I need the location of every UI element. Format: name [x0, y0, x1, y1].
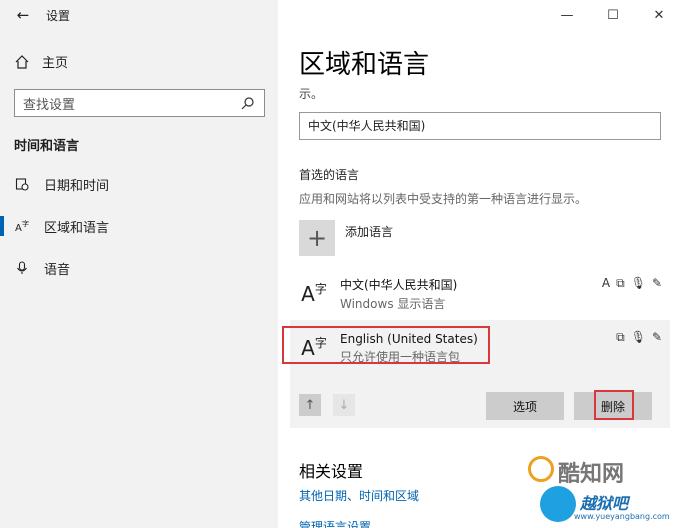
- microphone-icon: [14, 260, 30, 276]
- watermark-logo-icon: [528, 456, 554, 482]
- speech-icon: 🎙: [630, 276, 646, 290]
- display-language-icon: A: [601, 276, 611, 290]
- add-language-label: 添加语言: [345, 225, 394, 239]
- language-name: 中文(中华人民共和国): [340, 278, 458, 292]
- sidebar-item-label: 区域和语言: [44, 220, 110, 236]
- add-language-button[interactable]: + 添加语言: [299, 220, 393, 256]
- related-link-date-time-region[interactable]: 其他日期、时间和区域: [299, 487, 419, 504]
- page-title: 区域和语言: [299, 50, 430, 80]
- move-down-arrow-icon[interactable]: ↓: [333, 394, 355, 416]
- sidebar-item-label: 语音: [44, 262, 71, 278]
- titlebar-left: ← 设置: [0, 0, 278, 30]
- watermark: 酷知网 越狱吧 www.yueyangbang.com: [514, 450, 674, 526]
- window-controls: — ☐ ✕: [544, 0, 682, 30]
- watermark-text-2: 越狱吧: [580, 494, 629, 513]
- sidebar-item-label: 日期和时间: [44, 178, 110, 194]
- sidebar-item-region-language[interactable]: A字 区域和语言: [0, 208, 278, 244]
- window-title: 设置: [46, 8, 71, 23]
- search-placeholder: 查找设置: [23, 97, 76, 113]
- svg-text:字: 字: [22, 219, 29, 228]
- plus-icon: +: [299, 220, 335, 256]
- main-panel: — ☐ ✕ 区域和语言 示。 中文(中华人民共和国) 首选的语言 应用和网站将以…: [278, 0, 682, 528]
- highlight-box-remove: [594, 390, 634, 420]
- speech-icon: 🎙: [630, 330, 646, 344]
- region-description: 示。: [299, 87, 324, 101]
- highlight-box-language: [282, 326, 490, 364]
- region-dropdown[interactable]: 中文(中华人民共和国): [299, 112, 661, 140]
- language-item-chinese[interactable]: A字 中文(中华人民共和国) Windows 显示语言 A ⧉ 🎙 ✎: [290, 268, 670, 320]
- watermark-text-1: 酷知网: [558, 462, 625, 487]
- sidebar-item-speech[interactable]: 语音: [0, 250, 278, 286]
- calendar-clock-icon: [14, 176, 30, 192]
- home-icon: [14, 54, 30, 70]
- preferred-languages-heading: 首选的语言: [299, 168, 360, 182]
- svg-text:A: A: [15, 223, 22, 233]
- preferred-languages-description: 应用和网站将以列表中受支持的第一种语言进行显示。: [299, 192, 588, 206]
- handwriting-icon: ✎: [651, 330, 662, 344]
- maximize-icon[interactable]: ☐: [590, 0, 636, 30]
- text-to-speech-icon: ⧉: [616, 276, 625, 290]
- search-input[interactable]: 查找设置: [14, 89, 265, 117]
- text-to-speech-icon: ⧉: [616, 330, 625, 344]
- sidebar: ← 设置 主页 查找设置 时间和语言 日期和时间 A字 区域和语言 语音: [0, 0, 278, 528]
- nav-home[interactable]: 主页: [14, 52, 68, 71]
- sidebar-item-date-time[interactable]: 日期和时间: [0, 166, 278, 202]
- language-subtitle: Windows 显示语言: [340, 297, 446, 311]
- back-arrow-icon[interactable]: ←: [0, 0, 46, 30]
- handwriting-icon: ✎: [651, 276, 662, 290]
- minimize-icon[interactable]: —: [544, 0, 590, 30]
- watermark-badge-icon: [540, 486, 576, 522]
- region-language-icon: A字: [14, 218, 30, 234]
- move-up-arrow-icon[interactable]: ↑: [299, 394, 321, 416]
- options-button[interactable]: 选项: [486, 392, 564, 420]
- section-title: 时间和语言: [14, 139, 80, 154]
- language-glyph-icon: A字: [301, 282, 327, 306]
- close-icon[interactable]: ✕: [636, 0, 682, 30]
- watermark-url: www.yueyangbang.com: [574, 512, 670, 521]
- language-feature-icons: ⧉ 🎙 ✎: [616, 330, 662, 345]
- related-link-manage-language[interactable]: 管理语言设置: [299, 518, 371, 528]
- search-icon[interactable]: [240, 95, 256, 111]
- nav-home-label: 主页: [42, 56, 69, 71]
- language-feature-icons: A ⧉ 🎙 ✎: [602, 276, 662, 291]
- related-settings-heading: 相关设置: [299, 462, 364, 481]
